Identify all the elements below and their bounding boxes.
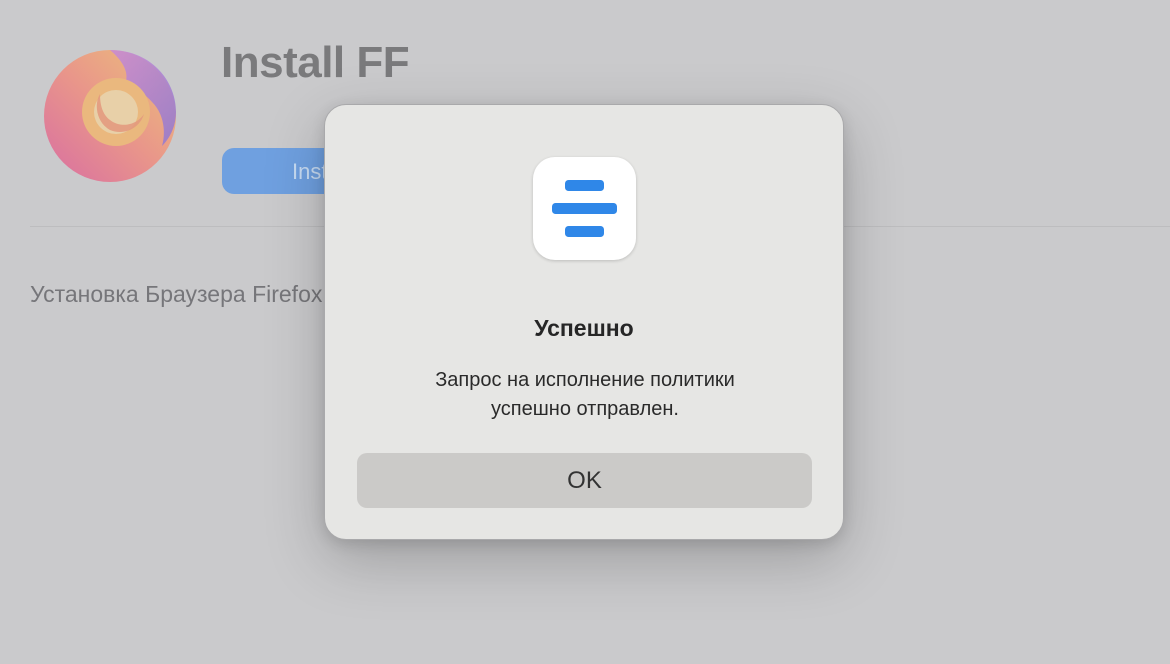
three-bars-icon [533, 157, 636, 260]
app-description: Установка Браузера Firefox [30, 281, 323, 307]
page-background: Install FF Install Установка Браузера Fi… [0, 0, 1170, 664]
ok-button[interactable]: OK [357, 453, 812, 508]
dialog-message: Запрос на исполнение политики успешно от… [365, 366, 805, 424]
dialog-message-line2: успешно отправлен. [491, 398, 679, 420]
firefox-logo-icon [40, 44, 180, 184]
success-dialog: Успешно Запрос на исполнение политики ус… [324, 104, 844, 540]
dialog-title: Успешно [534, 315, 634, 341]
dialog-message-line1: Запрос на исполнение политики [435, 369, 735, 391]
app-title: Install FF [221, 38, 410, 87]
